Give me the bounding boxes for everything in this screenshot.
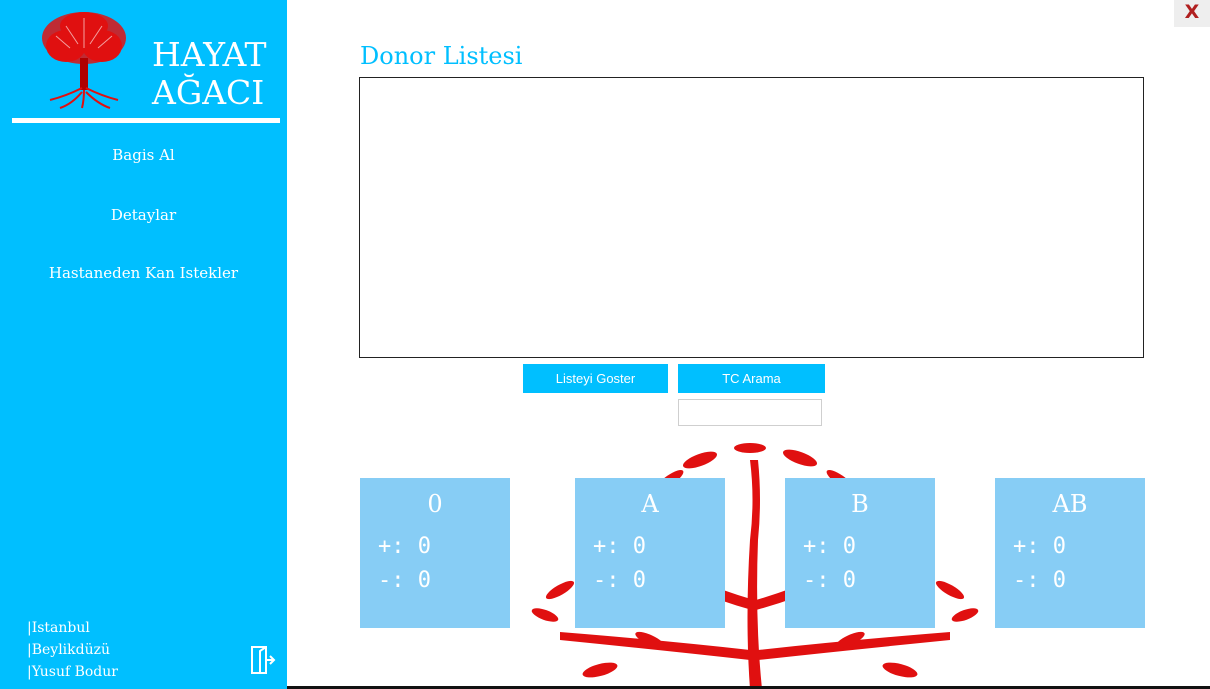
exit-door-icon[interactable] — [250, 645, 276, 675]
rh-negative-count: -: 0 — [593, 568, 646, 593]
footer-district: Beylikdüzü — [27, 642, 110, 658]
footer-city: Istanbul — [27, 620, 90, 636]
tc-search-button[interactable]: TC Arama — [678, 364, 825, 393]
rh-negative-count: -: 0 — [803, 568, 856, 593]
tc-search-input[interactable] — [678, 399, 822, 426]
show-list-button[interactable]: Listeyi Goster — [523, 364, 668, 393]
tree-logo-icon — [42, 12, 126, 109]
rh-positive-count: +: 0 — [803, 534, 856, 559]
sidebar-item-hastaneden-kan-istekler[interactable]: Hastaneden Kan Istekler — [0, 264, 287, 282]
blood-group-name: B — [851, 490, 869, 518]
logo-line-2: AĞACI — [152, 73, 265, 112]
rh-positive-count: +: 0 — [1013, 534, 1066, 559]
close-button[interactable]: X — [1174, 0, 1210, 27]
sidebar-item-bagis-al[interactable]: Bagis Al — [0, 146, 287, 164]
donor-list-grid[interactable] — [359, 77, 1144, 358]
blood-group-card-ab: AB +: 0 -: 0 — [995, 478, 1145, 628]
blood-group-name: AB — [1052, 490, 1088, 518]
blood-group-name: A — [641, 490, 659, 518]
app-logo-text: HAYAT AĞACI — [152, 36, 267, 112]
page-title: Donor Listesi — [360, 42, 523, 70]
rh-positive-count: +: 0 — [378, 534, 431, 559]
blood-group-card-b: B +: 0 -: 0 — [785, 478, 935, 628]
logo-divider — [12, 118, 280, 123]
blood-group-name: 0 — [427, 490, 443, 518]
logo-line-1: HAYAT — [152, 35, 267, 74]
footer-author: Yusuf Bodur — [27, 664, 118, 680]
rh-positive-count: +: 0 — [593, 534, 646, 559]
blood-group-card-a: A +: 0 -: 0 — [575, 478, 725, 628]
blood-group-card-0: 0 +: 0 -: 0 — [360, 478, 510, 628]
rh-negative-count: -: 0 — [1013, 568, 1066, 593]
sidebar: HAYAT AĞACI Bagis Al Detaylar Hastaneden… — [0, 0, 287, 689]
rh-negative-count: -: 0 — [378, 568, 431, 593]
sidebar-item-detaylar[interactable]: Detaylar — [0, 206, 287, 224]
